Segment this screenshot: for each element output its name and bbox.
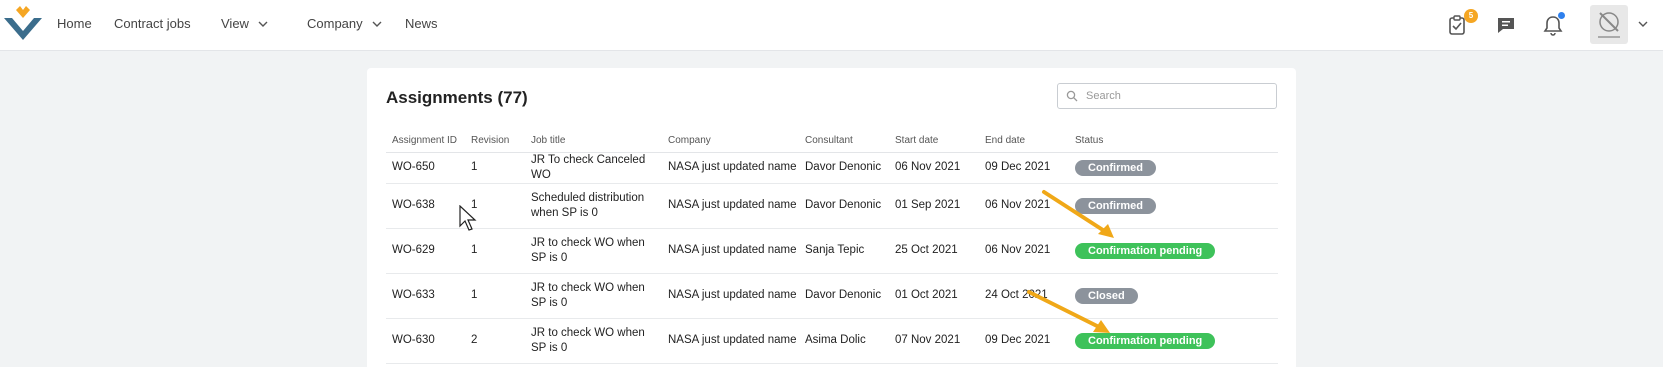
search-input[interactable] [1086,90,1266,102]
company-cell: NASA just updated name [662,152,799,184]
search-box[interactable] [1057,83,1277,109]
nav-contract-jobs-link[interactable]: Contract jobs [114,16,191,31]
revision-cell: 1 [465,273,525,319]
status-badge: Confirmed [1075,159,1156,176]
column-header-company[interactable]: Company [662,130,799,153]
table-row[interactable]: WO-633 1 JR to check WO when SP is 0 NAS… [386,273,1278,319]
status-badge: Confirmed [1075,197,1156,214]
consultant-cell: Sanja Tepic [799,228,889,274]
nav-news-label: News [405,16,438,31]
consultant-cell: Davor Denonic [799,152,889,184]
column-header-consultant[interactable]: Consultant [799,130,889,153]
revision-cell: 2 [465,318,525,364]
consultant-cell: Davor Denonic [799,273,889,319]
end-date-cell: 06 Nov 2021 [979,228,1069,274]
company-cell: NASA just updated name [662,183,799,229]
assignments-card: Assignments (77) Assignment ID Revision … [367,68,1296,367]
top-navigation-bar: Home Contract jobs View Company News 5 [0,0,1663,51]
table-row[interactable]: WO-630 2 JR to check WO when SP is 0 NAS… [386,318,1278,364]
start-date-cell: 25 Oct 2021 [889,228,979,274]
nav-home-label: Home [57,16,92,31]
assignment-id-cell: WO-633 [386,273,465,319]
company-cell: NASA just updated name [662,228,799,274]
start-date-cell: 07 Nov 2021 [889,318,979,364]
start-date-cell: 01 Sep 2021 [889,183,979,229]
column-header-revision[interactable]: Revision [465,130,525,153]
tasks-count-badge: 5 [1464,9,1478,23]
nav-company-label: Company [307,16,363,31]
nav-view-dropdown[interactable]: View [221,16,269,31]
page-title: Assignments (77) [386,88,528,107]
consultant-cell: Davor Denonic [799,183,889,229]
consultant-cell: Asima Dolic [799,318,889,364]
start-date-cell: 01 Oct 2021 [889,273,979,319]
user-avatar[interactable] [1590,5,1628,44]
nav-news-link[interactable]: News [405,16,438,31]
assignment-id-cell: WO-650 [386,152,465,184]
nav-contract-jobs-label: Contract jobs [114,16,191,31]
table-row[interactable]: WO-629 1 JR to check WO when SP is 0 NAS… [386,228,1278,274]
column-header-status[interactable]: Status [1069,130,1278,153]
status-badge: Confirmation pending [1075,242,1216,259]
status-cell: Confirmation pending [1069,228,1278,274]
table-row[interactable]: WO-650 1 JR To check Canceled WO NASA ju… [386,152,1278,184]
assignment-id-cell: WO-630 [386,318,465,364]
job-title-cell: JR To check Canceled WO [525,152,662,184]
end-date-cell: 24 Oct 2021 [979,273,1069,319]
start-date-cell: 06 Nov 2021 [889,152,979,184]
chevron-down-icon [258,21,268,27]
table-header-row: Assignment ID Revision Job title Company… [386,130,1278,153]
chevron-down-icon [372,21,382,27]
status-cell: Closed [1069,273,1278,319]
nav-home-link[interactable]: Home [57,16,92,31]
column-header-start-date[interactable]: Start date [889,130,979,153]
chevron-down-icon[interactable] [1637,18,1649,30]
column-header-end-date[interactable]: End date [979,130,1069,153]
company-cell: NASA just updated name [662,318,799,364]
status-badge: Confirmation pending [1075,332,1216,349]
end-date-cell: 09 Dec 2021 [979,318,1069,364]
revision-cell: 1 [465,228,525,274]
column-header-job-title[interactable]: Job title [525,130,662,153]
company-logo-icon[interactable] [4,6,42,40]
status-cell: Confirmed [1069,183,1278,229]
job-title-cell: Scheduled distribution when SP is 0 [525,183,662,229]
table-row[interactable]: WO-638 1 Scheduled distribution when SP … [386,183,1278,229]
search-icon [1066,90,1078,102]
assignment-id-cell: WO-638 [386,183,465,229]
company-cell: NASA just updated name [662,273,799,319]
assignment-id-cell: WO-629 [386,228,465,274]
status-cell: Confirmed [1069,152,1278,184]
end-date-cell: 06 Nov 2021 [979,183,1069,229]
job-title-cell: JR to check WO when SP is 0 [525,318,662,364]
end-date-cell: 09 Dec 2021 [979,152,1069,184]
job-title-cell: JR to check WO when SP is 0 [525,228,662,274]
satellite-logo-icon [1598,12,1620,38]
column-header-assignment-id[interactable]: Assignment ID [386,130,465,153]
revision-cell: 1 [465,152,525,184]
job-title-cell: JR to check WO when SP is 0 [525,273,662,319]
status-cell: Confirmation pending [1069,318,1278,364]
status-badge: Closed [1075,287,1138,304]
chat-message-icon[interactable] [1493,12,1519,38]
nav-company-dropdown[interactable]: Company [307,16,383,31]
assignments-table: Assignment ID Revision Job title Company… [386,130,1278,364]
mouse-pointer-icon [459,205,477,231]
nav-view-label: View [221,16,249,31]
notification-unread-dot [1558,12,1565,19]
